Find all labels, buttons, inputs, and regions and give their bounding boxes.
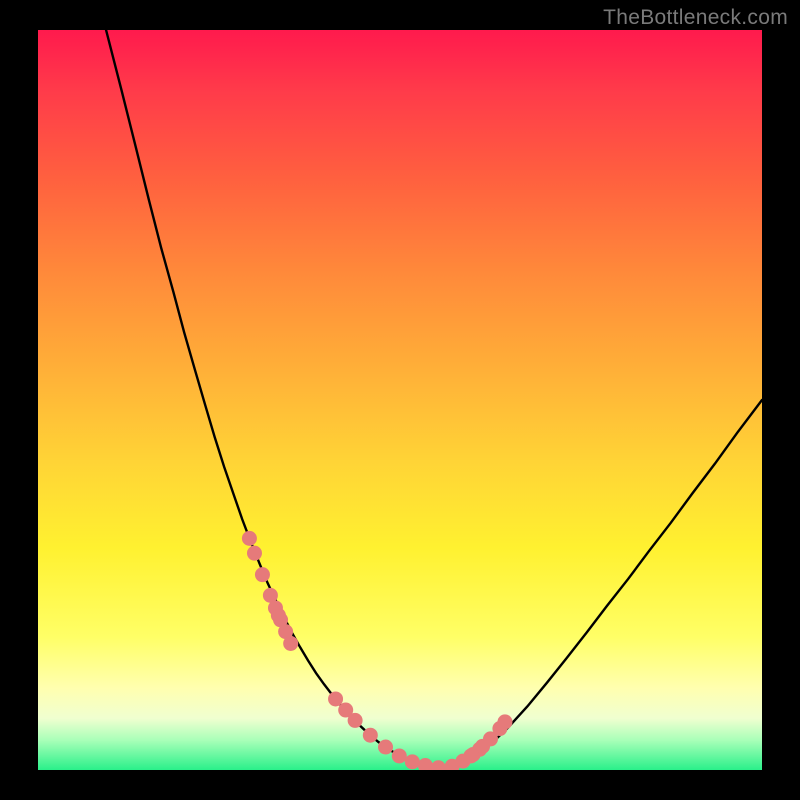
data-marker	[431, 760, 446, 770]
data-marker	[255, 567, 270, 582]
data-marker	[378, 740, 393, 755]
chart-frame: TheBottleneck.com	[0, 0, 800, 800]
data-marker	[392, 748, 407, 763]
data-marker	[247, 546, 262, 561]
chart-svg	[38, 30, 762, 770]
data-marker	[242, 531, 257, 546]
data-marker	[405, 754, 420, 769]
data-marker	[328, 691, 343, 706]
bottleneck-curve	[106, 30, 762, 768]
data-marker	[283, 636, 298, 651]
data-marker	[418, 758, 433, 770]
watermark-text: TheBottleneck.com	[603, 6, 788, 30]
data-markers	[242, 531, 513, 770]
data-marker	[348, 713, 363, 728]
gradient-plot-area	[38, 30, 762, 770]
data-marker	[497, 714, 512, 729]
data-marker	[363, 728, 378, 743]
